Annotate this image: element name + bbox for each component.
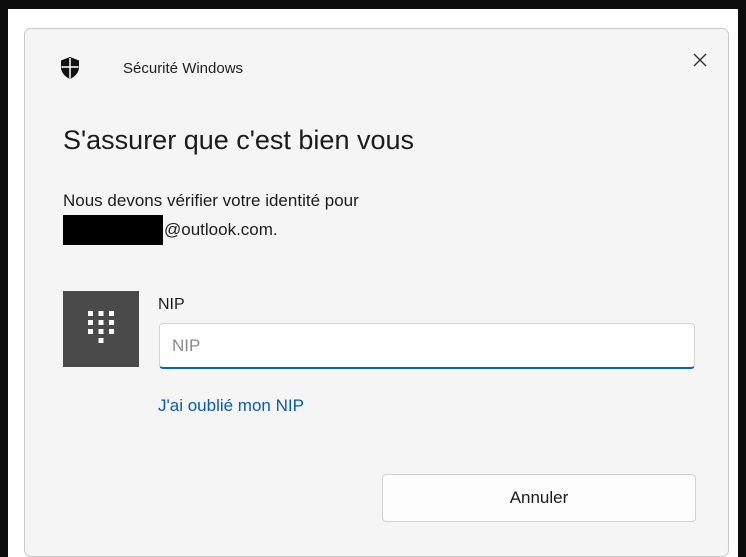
shield-icon [59,56,81,80]
account-email: @outlook.com. [63,215,278,245]
account-domain: @outlook.com. [164,220,278,239]
pin-keypad-tile [63,291,139,367]
keypad-icon [85,308,117,351]
forgot-pin-link[interactable]: J'ai oublié mon NIP [158,396,304,416]
screen-frame: Sécurité Windows S'assurer que c'est bie… [0,0,746,557]
window-title: Sécurité Windows [123,60,244,77]
cancel-button[interactable]: Annuler [382,474,696,522]
dialog-heading: S'assurer que c'est bien vous [63,125,414,155]
windows-security-dialog: Sécurité Windows S'assurer que c'est bie… [24,28,729,557]
close-button[interactable] [683,45,717,79]
pin-input[interactable] [159,323,695,369]
redacted-username [63,215,163,245]
close-icon [693,53,707,72]
pin-label: NIP [158,296,185,313]
verification-description: Nous devons vérifier votre identité pour [63,191,359,210]
